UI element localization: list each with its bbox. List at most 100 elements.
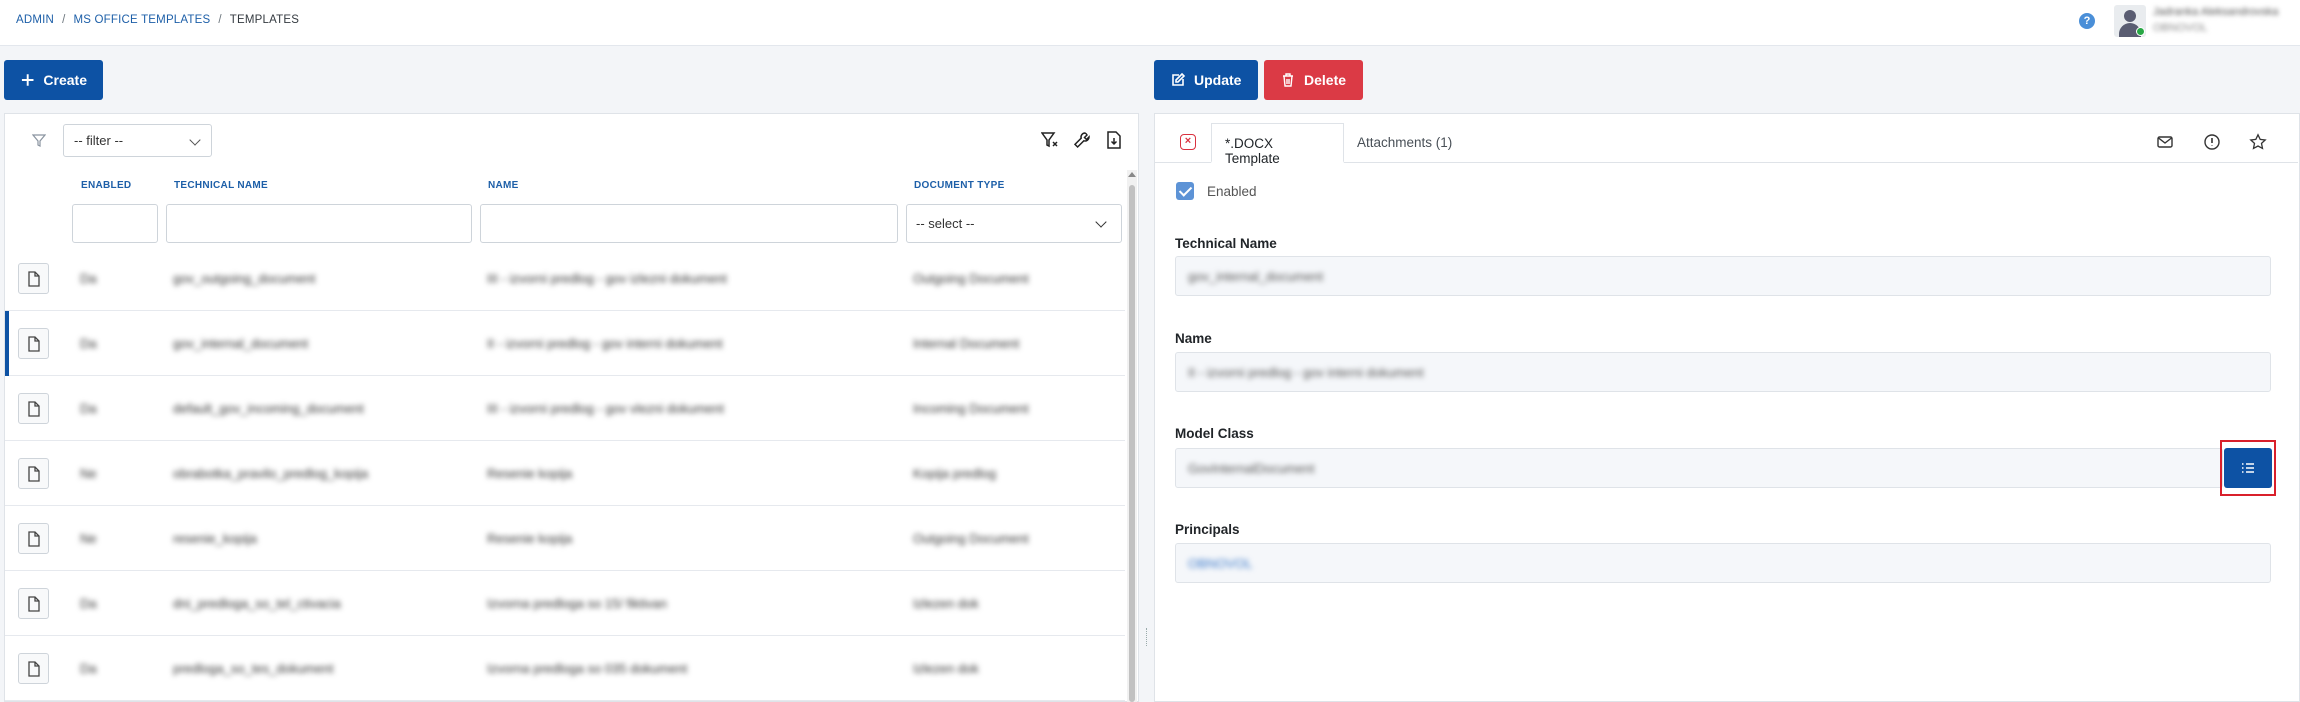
open-document-button[interactable] <box>18 458 49 489</box>
cell-document-type: Kopija predlog <box>913 466 997 481</box>
panel-splitter-handle[interactable] <box>1146 628 1149 646</box>
document-icon <box>28 531 40 547</box>
table-row[interactable]: Da default_gov_incoming_document III - izv… <box>5 376 1125 441</box>
user-name[interactable]: Jadranka Aleksandrovska <box>2153 6 2278 18</box>
model-class-list-button[interactable] <box>2224 448 2272 488</box>
name-label: Name <box>1175 331 1212 346</box>
clear-filter-icon[interactable] <box>1041 131 1059 149</box>
wrench-icon[interactable] <box>1073 131 1091 149</box>
document-type-select-value: -- select -- <box>916 216 975 231</box>
online-status-icon <box>2136 27 2145 36</box>
info-icon[interactable] <box>2203 133 2221 151</box>
enabled-label: Enabled <box>1207 184 1257 199</box>
table-row[interactable]: Da predloga_so_tes_dokument Izvorna predlo… <box>5 636 1125 701</box>
model-class-label: Model Class <box>1175 426 1254 441</box>
principals-value: OBNOVOL <box>1188 556 1253 571</box>
cell-document-type: Izlezen dok <box>913 596 979 611</box>
name-value: II - izvorni predlog - gov interni dokum… <box>1188 365 1424 380</box>
document-type-filter-select[interactable]: -- select -- <box>906 204 1122 243</box>
avatar[interactable] <box>2114 5 2146 37</box>
cell-document-type: Izlezen dok <box>913 661 979 676</box>
cell-name: Resenie kopija <box>487 531 573 546</box>
table-row[interactable]: Da dni_predloga_so_tel_ctivacia Izvorna pr… <box>5 571 1125 636</box>
table-row[interactable]: Da gov_outgoing_document III - izvorni pre… <box>5 246 1125 311</box>
cell-enabled: Da <box>80 596 97 611</box>
cell-name: Izvorna predloga so 15/ fiktivan <box>487 596 667 611</box>
technical-name-value: gov_internal_document <box>1188 269 1324 284</box>
close-tab-icon[interactable]: × <box>1180 134 1196 150</box>
cell-technical-name: gov_outgoing_document <box>173 271 316 286</box>
plus-icon <box>21 74 34 86</box>
name-field[interactable]: II - izvorni predlog - gov interni dokum… <box>1175 352 2271 392</box>
open-document-button[interactable] <box>18 588 49 619</box>
principals-label: Principals <box>1175 522 1240 537</box>
breadcrumb-separator: / <box>218 14 222 26</box>
cell-name: III - izvorni predlog - gov vlezni dokum… <box>487 401 724 416</box>
star-icon[interactable] <box>2249 133 2267 151</box>
filter-icon[interactable] <box>32 133 46 147</box>
update-button[interactable]: Update <box>1154 60 1258 100</box>
enabled-checkbox[interactable] <box>1176 182 1194 200</box>
principals-field[interactable]: OBNOVOL <box>1175 543 2271 583</box>
list-icon <box>2242 463 2254 473</box>
cell-technical-name: default_gov_incoming_document <box>173 401 364 416</box>
cell-name: II - izvorni predlog - gov interni dokum… <box>487 336 723 351</box>
document-icon <box>28 271 40 287</box>
mail-icon[interactable] <box>2156 133 2174 151</box>
technical-name-field[interactable]: gov_internal_document <box>1175 256 2271 296</box>
cell-technical-name: resenie_kopija <box>173 531 257 546</box>
breadcrumb-ms-office-templates[interactable]: MS OFFICE TEMPLATES <box>73 14 210 26</box>
cell-document-type: Internal Document <box>913 336 1020 351</box>
delete-button-label: Delete <box>1304 72 1347 88</box>
column-header-document-type[interactable]: DOCUMENT TYPE <box>914 180 1005 191</box>
create-button[interactable]: Create <box>4 60 103 100</box>
column-header-name[interactable]: NAME <box>488 180 519 191</box>
open-document-button[interactable] <box>18 393 49 424</box>
open-document-button[interactable] <box>18 653 49 684</box>
open-document-button[interactable] <box>18 523 49 554</box>
column-header-technical-name[interactable]: TECHNICAL NAME <box>174 180 268 191</box>
cell-name: III - izvorni predlog - gov izlezni doku… <box>487 271 727 286</box>
technical-name-label: Technical Name <box>1175 236 1277 251</box>
chevron-down-icon <box>1095 216 1107 228</box>
create-button-label: Create <box>43 72 87 88</box>
open-document-button[interactable] <box>18 263 49 294</box>
model-class-value: GovInternalDocument <box>1188 461 1315 476</box>
scroll-up-arrow[interactable] <box>1128 172 1136 177</box>
cell-name: Izvorna predloga so 035 dokument <box>487 661 688 676</box>
tab-docx-template[interactable]: *.DOCX Template <box>1211 123 1344 166</box>
model-class-field[interactable]: GovInternalDocument <box>1175 448 2223 488</box>
avatar-head-shape <box>2124 10 2136 22</box>
cell-document-type: Outgoing Document <box>913 531 1029 546</box>
cell-enabled: Da <box>80 336 97 351</box>
user-org: OBNOVOL <box>2153 22 2208 34</box>
document-icon <box>28 466 40 482</box>
cell-enabled: Da <box>80 271 97 286</box>
tab-attachments[interactable]: Attachments (1) <box>1357 135 1452 150</box>
help-icon[interactable]: ? <box>2079 13 2095 29</box>
table-row[interactable]: Da gov_internal_document II - izvorni pred… <box>5 311 1125 376</box>
open-document-button[interactable] <box>18 328 49 359</box>
breadcrumb-separator: / <box>62 14 66 26</box>
column-header-enabled[interactable]: ENABLED <box>81 180 131 191</box>
filter-select[interactable]: -- filter -- <box>63 124 212 157</box>
cell-technical-name: predloga_so_tes_dokument <box>173 661 334 676</box>
cell-document-type: Incoming Document <box>913 401 1029 416</box>
technical-name-filter-input[interactable] <box>166 204 472 243</box>
table-row[interactable]: Ne obrabotka_pravilo_predlog_kopija Reseni… <box>5 441 1125 506</box>
trash-icon <box>1283 73 1293 87</box>
export-document-icon[interactable] <box>1105 131 1123 149</box>
cell-enabled: Da <box>80 401 97 416</box>
cell-technical-name: obrabotka_pravilo_predlog_kopija <box>173 466 369 481</box>
breadcrumb: ADMIN / MS OFFICE TEMPLATES / TEMPLATES <box>16 14 299 26</box>
breadcrumb-admin[interactable]: ADMIN <box>16 14 54 26</box>
cell-name: Resenie kopija <box>487 466 573 481</box>
table-scrollbar-thumb[interactable] <box>1129 185 1135 702</box>
table-row[interactable]: Ne resenie_kopija Resenie kopija Outgoing D… <box>5 506 1125 571</box>
delete-button[interactable]: Delete <box>1264 60 1363 100</box>
top-bar: ADMIN / MS OFFICE TEMPLATES / TEMPLATES … <box>0 0 2300 46</box>
chevron-down-icon <box>189 134 201 146</box>
name-filter-input[interactable] <box>480 204 898 243</box>
template-detail-panel <box>1154 113 2300 702</box>
enabled-filter-input[interactable] <box>72 204 158 243</box>
